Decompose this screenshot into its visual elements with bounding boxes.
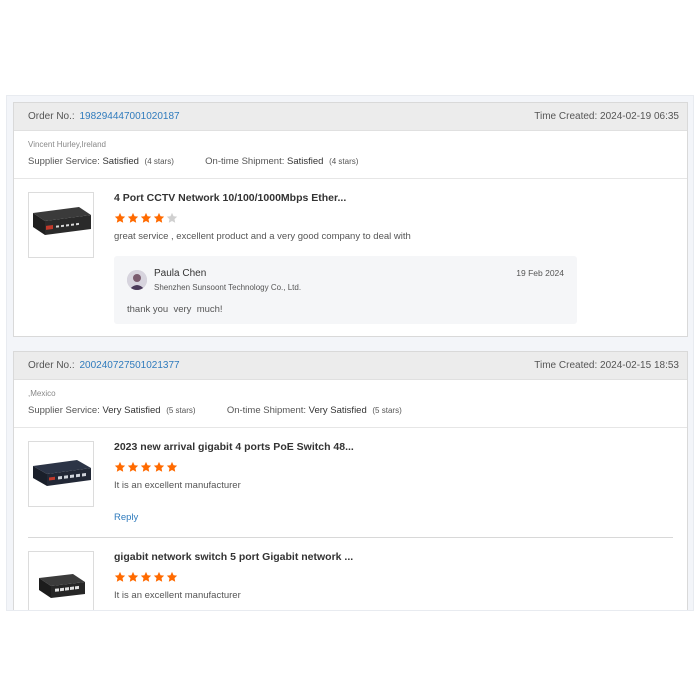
product-rating: [114, 571, 178, 583]
star-filled-icon: [140, 212, 152, 223]
supplier-reply: Paula Chen Shenzhen Sunsoont Technology …: [114, 256, 577, 324]
time-created-value: 2024-02-15 18:53: [600, 360, 679, 371]
star-filled-icon: [140, 571, 152, 582]
avatar: [127, 270, 147, 290]
service-ratings: Supplier Service: Satisfied (4 stars) On…: [28, 156, 358, 167]
poe-switch-icon: [33, 460, 91, 486]
supplier-service-label: Supplier Service:: [28, 156, 100, 167]
buyer-info: Vincent Hurley,Ireland: [28, 140, 106, 149]
order-header: Order No.: 198294447001020187 Time Creat…: [14, 103, 687, 131]
scrollbar[interactable]: [693, 348, 694, 372]
product-thumbnail[interactable]: [28, 551, 94, 610]
order-number-label: Order No.:: [28, 111, 75, 122]
product-title-link[interactable]: 2023 new arrival gigabit 4 ports PoE Swi…: [114, 441, 354, 453]
shipment-label: On-time Shipment:: [205, 156, 285, 167]
shipment-stars: (5 stars): [372, 406, 402, 415]
review-comment: great service , excellent product and a …: [114, 231, 411, 242]
supplier-service-stars: (4 stars): [144, 157, 174, 166]
star-filled-icon: [153, 461, 165, 472]
divider: [14, 178, 687, 179]
time-created-label: Time Created:: [534, 360, 598, 371]
supplier-service-stars: (5 stars): [166, 406, 196, 415]
shipment-value: Very Satisfied: [308, 405, 367, 416]
order-number-label: Order No.:: [28, 360, 75, 371]
star-filled-icon: [166, 571, 178, 582]
order-number-link[interactable]: 198294447001020187: [79, 111, 179, 122]
buyer-info: ,Mexico: [28, 389, 56, 398]
star-filled-icon: [114, 571, 126, 582]
reviews-panel: Order No.: 198294447001020187 Time Creat…: [6, 95, 694, 611]
reply-company: Shenzhen Sunsoont Technology Co., Ltd.: [154, 283, 302, 292]
time-created-value: 2024-02-19 06:35: [600, 111, 679, 122]
star-empty-icon: [166, 212, 178, 223]
divider: [14, 427, 687, 428]
product-thumbnail[interactable]: [28, 441, 94, 507]
product-rating: [114, 212, 178, 224]
review-comment: It is an excellent manufacturer: [114, 480, 241, 491]
star-filled-icon: [127, 571, 139, 582]
shipment-value: Satisfied: [287, 156, 324, 167]
divider: [28, 537, 673, 538]
shipment-label: On-time Shipment:: [226, 405, 307, 416]
supplier-service-value: Satisfied: [102, 156, 139, 167]
time-created-label: Time Created:: [534, 111, 598, 122]
reply-date: 19 Feb 2024: [516, 268, 564, 278]
review-comment: It is an excellent manufacturer: [114, 590, 241, 601]
order-card: Order No.: 200240727501021377 Time Creat…: [13, 351, 688, 610]
reply-button[interactable]: Reply: [114, 512, 138, 523]
star-filled-icon: [127, 461, 139, 472]
product-thumbnail[interactable]: [28, 192, 94, 258]
star-filled-icon: [153, 571, 165, 582]
product-title-link[interactable]: 4 Port CCTV Network 10/100/1000Mbps Ethe…: [114, 192, 346, 204]
product-rating: [114, 461, 178, 473]
shipment-stars: (4 stars): [329, 157, 359, 166]
reply-text: thank you very much!: [127, 304, 223, 315]
order-card: Order No.: 198294447001020187 Time Creat…: [13, 102, 688, 337]
star-filled-icon: [140, 461, 152, 472]
supplier-service-label: Supplier Service:: [28, 405, 100, 416]
gigabit-switch-icon: [39, 574, 85, 598]
supplier-service-value: Very Satisfied: [102, 405, 161, 416]
product-title-link[interactable]: gigabit network switch 5 port Gigabit ne…: [114, 551, 353, 563]
star-filled-icon: [166, 461, 178, 472]
star-filled-icon: [153, 212, 165, 223]
star-filled-icon: [114, 212, 126, 223]
reply-author-name: Paula Chen: [154, 268, 207, 279]
star-filled-icon: [114, 461, 126, 472]
star-filled-icon: [127, 212, 139, 223]
network-switch-icon: [33, 207, 91, 235]
order-header: Order No.: 200240727501021377 Time Creat…: [14, 352, 687, 380]
service-ratings: Supplier Service: Very Satisfied (5 star…: [28, 405, 402, 416]
order-number-link[interactable]: 200240727501021377: [79, 360, 179, 371]
